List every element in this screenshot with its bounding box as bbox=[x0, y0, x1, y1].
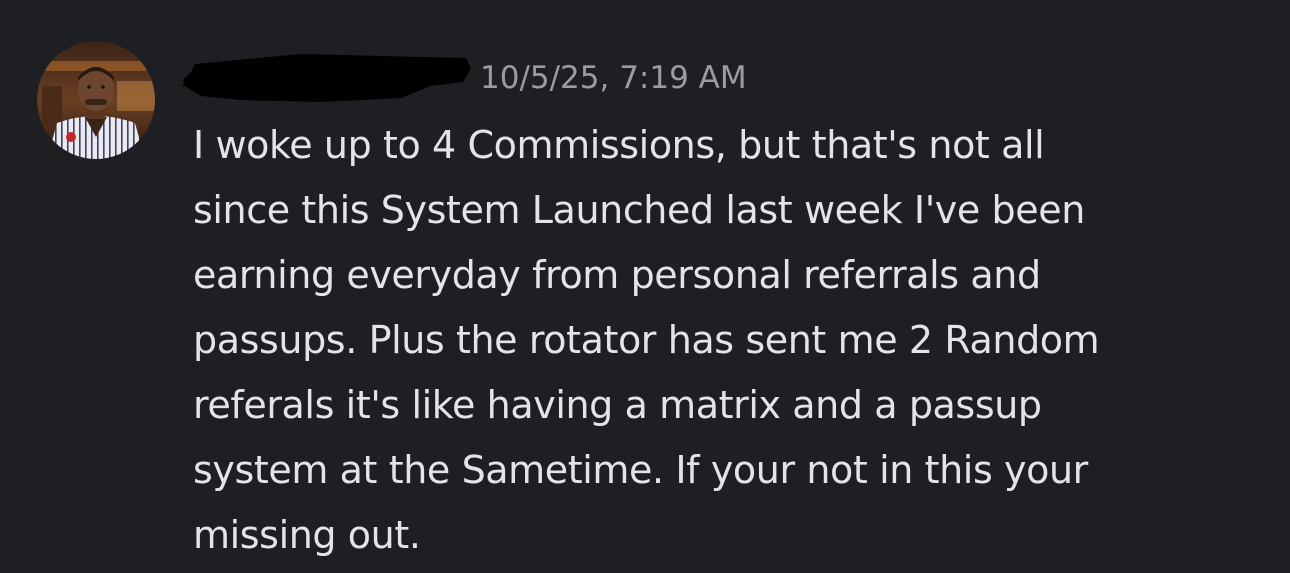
message-line: earning everyday from personal referrals… bbox=[193, 253, 1041, 297]
message-line: I woke up to 4 Commissions, but that's n… bbox=[193, 123, 1045, 167]
message-line: since this System Launched last week I'v… bbox=[193, 188, 1085, 232]
redaction-scribble bbox=[181, 54, 471, 102]
message-content: I woke up to 4 Commissions, but that's n… bbox=[193, 113, 1268, 568]
avatar-photo bbox=[37, 41, 155, 159]
message-line: passups. Plus the rotator has sent me 2 … bbox=[193, 318, 1100, 362]
chat-message: 10/5/25, 7:19 AM I woke up to 4 Commissi… bbox=[0, 0, 1290, 573]
message-line: system at the Sametime. If your not in t… bbox=[193, 448, 1088, 492]
message-line: missing out. bbox=[193, 513, 421, 557]
message-line: referals it's like having a matrix and a… bbox=[193, 383, 1042, 427]
message-timestamp[interactable]: 10/5/25, 7:19 AM bbox=[480, 58, 747, 98]
avatar[interactable] bbox=[37, 41, 155, 159]
author-name-redacted[interactable] bbox=[181, 46, 473, 104]
